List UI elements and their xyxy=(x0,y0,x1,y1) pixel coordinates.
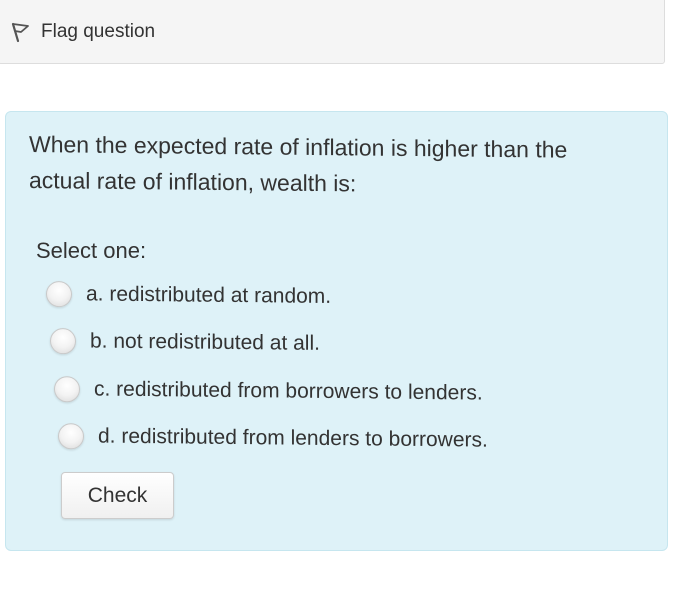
answer-list: a. redistributed at random. b. not redis… xyxy=(46,276,646,482)
radio-button-a[interactable] xyxy=(46,281,72,308)
question-text: When the expected rate of inflation is h… xyxy=(29,131,568,197)
answer-label-b: b. not redistributed at all. xyxy=(90,329,320,355)
answer-option-c[interactable]: c. redistributed from borrowers to lende… xyxy=(54,371,483,411)
radio-button-b[interactable] xyxy=(50,328,76,355)
flag-question-label: Flag question xyxy=(41,21,156,42)
flag-question-link[interactable]: Flag question xyxy=(9,21,155,43)
answer-option-a[interactable]: a. redistributed at random. xyxy=(46,276,331,315)
flag-bar: Flag question xyxy=(0,0,665,64)
answer-option-d[interactable]: d. redistributed from lenders to borrowe… xyxy=(58,418,488,459)
check-button[interactable]: Check xyxy=(61,472,174,519)
radio-button-d[interactable] xyxy=(58,423,84,450)
radio-button-c[interactable] xyxy=(54,376,80,403)
select-one-prompt: Select one: xyxy=(36,238,147,263)
flag-icon xyxy=(9,21,31,43)
answer-option-b[interactable]: b. not redistributed at all. xyxy=(50,323,320,362)
question-panel: When the expected rate of inflation is h… xyxy=(5,111,668,551)
answer-label-a: a. redistributed at random. xyxy=(86,282,332,308)
answer-label-c: c. redistributed from borrowers to lende… xyxy=(94,377,483,405)
answer-label-d: d. redistributed from lenders to borrowe… xyxy=(98,424,488,452)
